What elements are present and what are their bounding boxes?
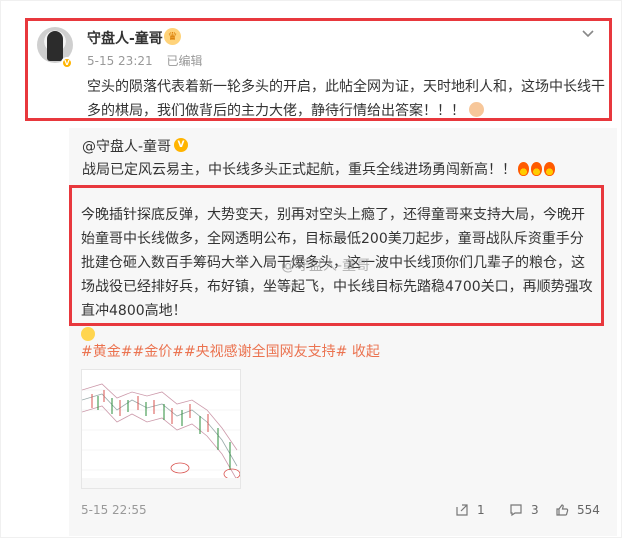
topic-tags: #黄金##金价##央视感谢全国网友支持# 收起 bbox=[81, 341, 380, 361]
topic-tag[interactable]: #黄金# bbox=[81, 344, 132, 360]
verified-icon: V bbox=[174, 138, 188, 152]
topic-tag[interactable]: #央视感谢全国网友支持# bbox=[184, 344, 347, 360]
grin-emoji-icon bbox=[81, 327, 95, 341]
highlight-box-middle bbox=[69, 185, 604, 326]
thumbs-up-icon bbox=[556, 504, 569, 516]
comment-count: 3 bbox=[531, 503, 539, 517]
weibo-post-card: V 守盘人-童哥 ♛ 5-15 23:21 已编辑 空头的陨落代表着新一轮多头的… bbox=[0, 0, 622, 538]
topic-tag[interactable]: #金价# bbox=[132, 344, 183, 360]
share-count: 1 bbox=[477, 503, 485, 517]
repost-headline: 战局已定风云易主，中长线多头正式起航，重兵全线进场勇闯新高！！ bbox=[82, 158, 555, 182]
comment-button[interactable]: 3 bbox=[509, 503, 539, 517]
fire-icon bbox=[544, 162, 555, 176]
like-count: 554 bbox=[577, 503, 600, 517]
candlestick-chart-image bbox=[82, 370, 240, 488]
share-icon bbox=[456, 504, 468, 516]
repost-time[interactable]: 5-15 22:55 bbox=[81, 503, 147, 517]
fire-icon bbox=[518, 162, 529, 176]
share-button[interactable]: 1 bbox=[455, 503, 485, 517]
fire-icon bbox=[531, 162, 542, 176]
comment-icon bbox=[510, 504, 522, 517]
highlight-box-top bbox=[25, 18, 612, 121]
repost-author[interactable]: @守盘人-童哥 bbox=[82, 136, 171, 156]
collapse-link[interactable]: 收起 bbox=[352, 344, 380, 360]
like-button[interactable]: 554 bbox=[555, 503, 600, 517]
repost-headline-text: 战局已定风云易主，中长线多头正式起航，重兵全线进场勇闯新高！！ bbox=[82, 162, 516, 178]
chart-thumbnail[interactable] bbox=[81, 369, 241, 489]
